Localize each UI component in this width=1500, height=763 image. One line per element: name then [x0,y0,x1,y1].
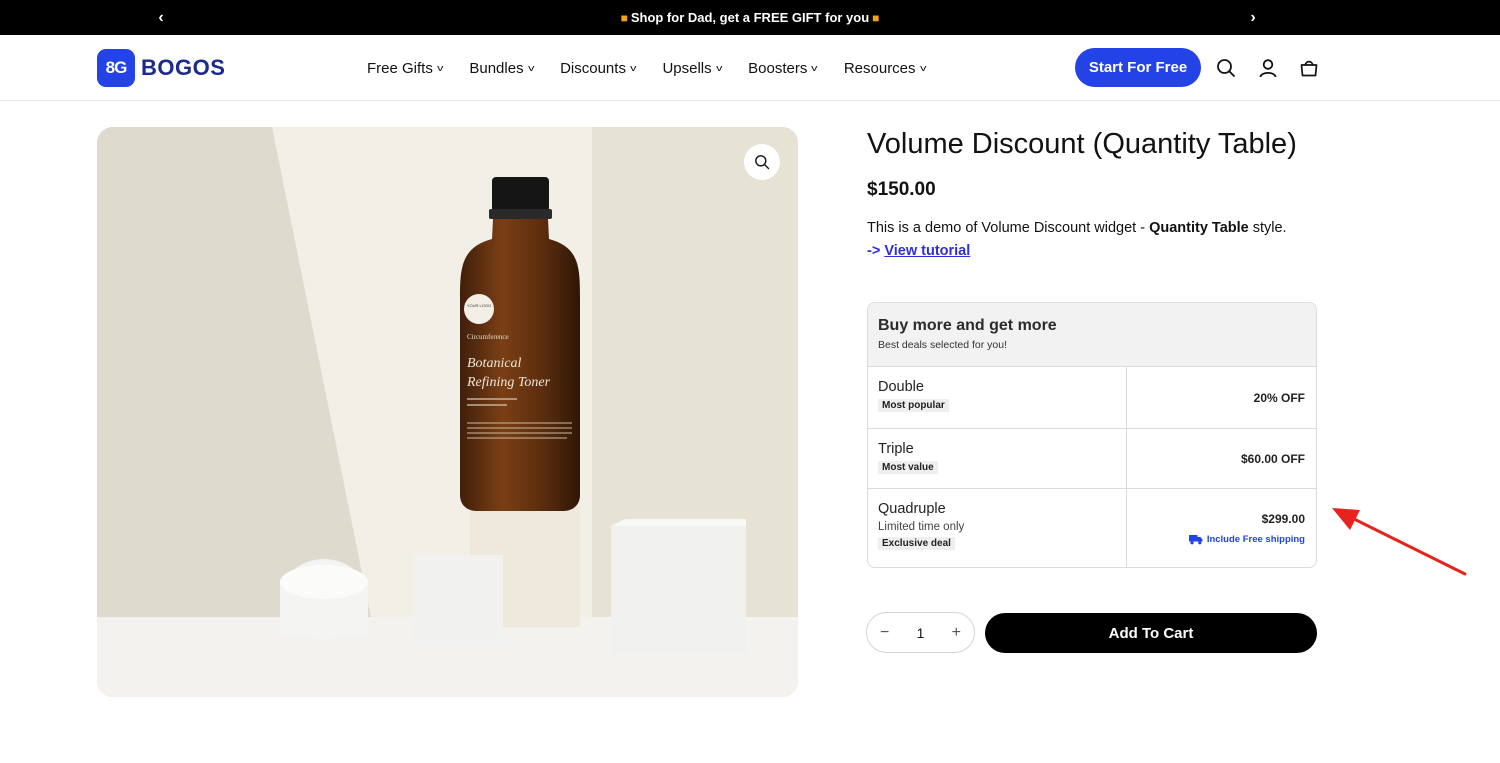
nav-label: Discounts [560,59,626,77]
option-badge: Most popular [878,399,949,412]
gift-icon: ■ [620,10,628,25]
annotation-arrow-icon [1332,508,1467,576]
zoom-button[interactable] [744,144,780,180]
nav-free-gifts[interactable]: Free Gifts v [367,59,444,77]
quantity-table-header: Buy more and get more Best deals selecte… [868,303,1316,367]
main-nav: Free Gifts v Bundles v Discounts v Upsells v… [367,35,952,101]
option-subtext: Limited time only [878,521,965,533]
tutorial-line: -> View tutorial [867,243,970,259]
description-prefix: This is a demo of Volume Discount widget… [867,220,1150,236]
free-shipping-text: Include Free shipping [1206,533,1305,545]
bottle-brand-text: Circumference [467,333,509,341]
announcement-bar: ‹ ■ Shop for Dad, get a FREE GIFT for yo… [0,0,1500,35]
quantity-value[interactable]: 1 [917,625,925,641]
quantity-table-subheading: Best deals selected for you! [878,339,1007,351]
tutorial-arrow: -> [867,243,881,259]
chevron-left-icon[interactable]: ‹ [146,0,176,35]
nav-label: Boosters [748,59,808,77]
nav-boosters[interactable]: Boosters v [748,59,818,77]
option-name: Quadruple [878,501,946,517]
nav-discounts[interactable]: Discounts v [560,59,637,77]
bottle-name-line1: Botanical [467,356,522,371]
quantity-stepper: − 1 + [866,612,975,653]
quantity-option-double[interactable]: Double Most popular 20% OFF [868,367,1316,429]
nav-resources[interactable]: Resources v [843,59,926,77]
option-discount: $60.00 OFF [1240,451,1305,466]
description-bold: Quantity Table [1149,220,1249,236]
chevron-down-icon: v [811,63,818,73]
quantity-table-heading: Buy more and get more [878,317,1057,334]
logo[interactable]: 8G BOGOS [97,49,225,87]
start-for-free-button[interactable]: Start For Free [1075,48,1201,87]
chevron-down-icon: v [630,63,637,73]
account-icon[interactable] [1256,56,1280,80]
view-tutorial-link[interactable]: View tutorial [884,243,970,259]
product-photo: YOUR LOGO Circumference Botanical Refini… [97,127,798,697]
announcement-text: Shop for Dad, get a FREE GIFT for you [630,10,870,25]
site-header: 8G BOGOS Free Gifts v Bundles v Discounts v… [0,35,1500,101]
product-image[interactable]: YOUR LOGO Circumference Botanical Refini… [97,127,798,697]
quantity-table: Buy more and get more Best deals selecte… [867,302,1317,568]
option-name: Triple [878,441,914,457]
logo-mark: 8G [97,49,135,87]
truck-icon [1188,534,1203,544]
chevron-down-icon: v [527,63,534,73]
nav-label: Resources [843,59,916,77]
increase-quantity-button[interactable]: + [952,624,961,642]
gift-icon: ■ [872,10,880,25]
chevron-down-icon: v [715,63,723,73]
chevron-down-icon: v [436,63,444,73]
product-price: $150.00 [867,179,936,200]
nav-label: Free Gifts [367,59,433,77]
option-discount: 20% OFF [1253,390,1305,405]
description-suffix: style. [1248,220,1287,236]
bottle-name-line2: Refining Toner [466,375,551,390]
quantity-option-quadruple[interactable]: Quadruple Limited time only Exclusive de… [868,489,1316,567]
free-shipping-note: Include Free shipping [1188,533,1305,545]
logo-text: BOGOS [141,55,226,80]
nav-label: Upsells [662,59,712,77]
quantity-option-triple[interactable]: Triple Most value $60.00 OFF [868,429,1316,489]
product-description: This is a demo of Volume Discount widget… [867,220,1287,236]
option-badge: Most value [878,461,938,474]
option-price: $299.00 [1261,511,1305,526]
cart-icon[interactable] [1297,56,1321,80]
bottle-logo-text: YOUR LOGO [467,303,491,308]
option-badge: Exclusive deal [878,537,955,550]
chevron-down-icon: v [919,63,926,73]
nav-label: Bundles [469,59,524,77]
option-name: Double [878,379,924,395]
chevron-right-icon[interactable]: › [1238,0,1268,35]
search-icon[interactable] [1214,56,1238,80]
add-to-cart-button[interactable]: Add To Cart [985,613,1317,653]
decrease-quantity-button[interactable]: − [880,624,889,642]
product-title: Volume Discount (Quantity Table) [867,128,1297,160]
nav-bundles[interactable]: Bundles v [469,59,534,77]
zoom-icon [755,155,770,170]
nav-upsells[interactable]: Upsells v [662,59,723,77]
